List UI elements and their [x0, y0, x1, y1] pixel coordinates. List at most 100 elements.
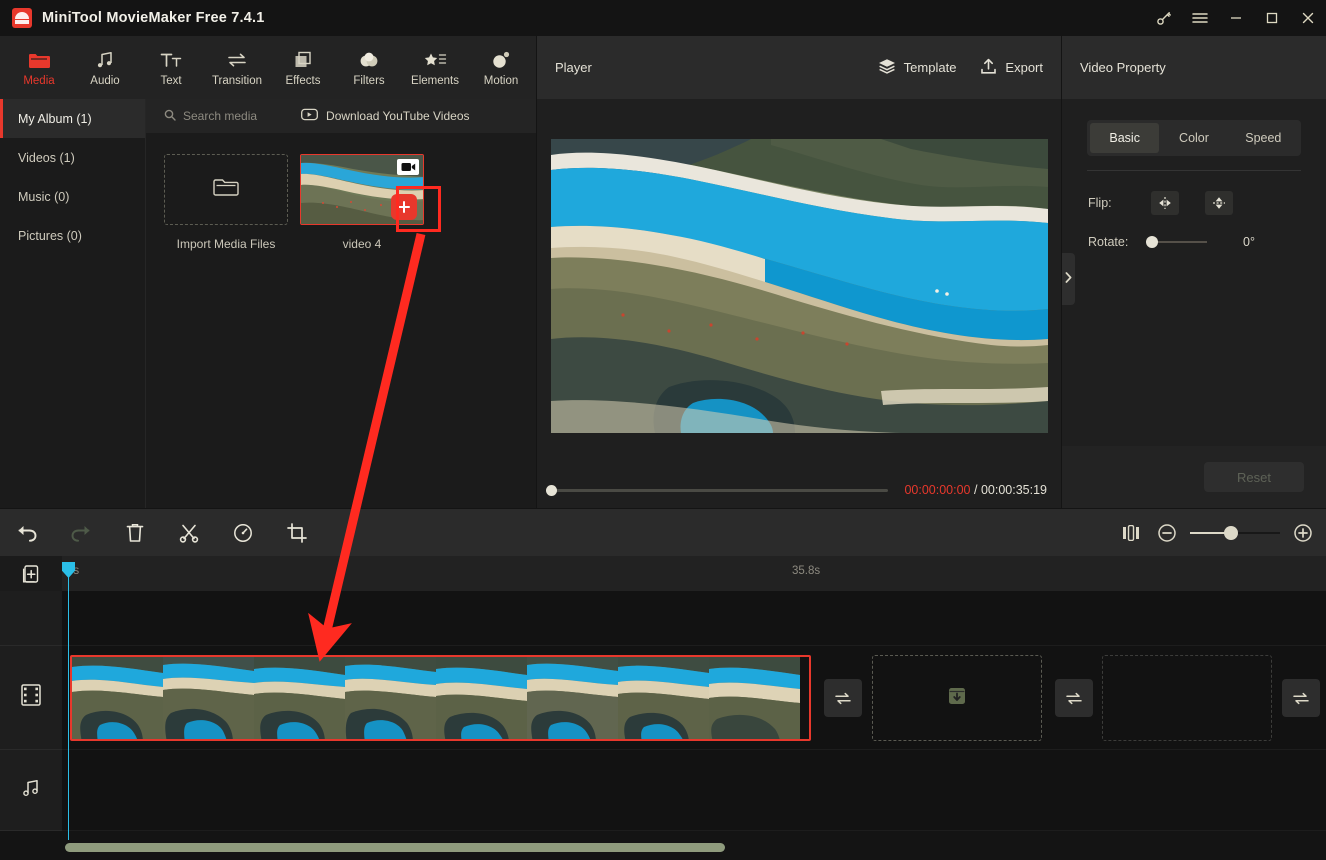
track-lane-video[interactable]	[62, 646, 1326, 750]
property-divider	[1087, 170, 1301, 171]
clip-thumbnail-frame	[709, 657, 800, 739]
search-placeholder: Search media	[183, 109, 257, 123]
rotate-slider[interactable]	[1151, 241, 1207, 243]
import-download-icon	[946, 685, 968, 712]
zoom-thumb[interactable]	[1224, 526, 1238, 540]
minus-circle-icon[interactable]	[1156, 509, 1178, 556]
clip-dropzone-1[interactable]	[872, 655, 1042, 741]
ribbon-item-audio[interactable]: Audio	[72, 36, 138, 99]
reset-button[interactable]: Reset	[1204, 462, 1304, 492]
flip-row: Flip:	[1062, 191, 1326, 215]
download-youtube-button[interactable]: Download YouTube Videos	[301, 108, 469, 124]
clip-thumbnail-frame	[527, 657, 618, 739]
media-thumbnail[interactable]	[300, 154, 424, 225]
property-title: Video Property	[1062, 36, 1326, 99]
tab-speed[interactable]: Speed	[1229, 123, 1298, 153]
layers-icon	[878, 58, 896, 77]
ribbon-label: Audio	[90, 75, 119, 87]
transition-arrows-icon	[226, 49, 248, 71]
flip-horizontal-icon[interactable]	[1151, 191, 1179, 215]
transition-slot-1[interactable]	[824, 679, 862, 717]
speed-button[interactable]	[216, 509, 270, 556]
seek-thumb[interactable]	[546, 485, 557, 496]
template-button[interactable]: Template	[878, 58, 957, 77]
video-property-panel: Video Property Basic Color Speed Flip: R…	[1062, 36, 1326, 508]
timeline-scrollbar-thumb[interactable]	[65, 843, 725, 852]
track-lane-top[interactable]	[62, 591, 1326, 646]
motion-ball-icon	[490, 49, 512, 71]
undo-button[interactable]	[0, 509, 54, 556]
tab-label: Basic	[1109, 131, 1140, 145]
menu-icon[interactable]	[1182, 0, 1218, 36]
ribbon-item-transition[interactable]: Transition	[204, 36, 270, 99]
close-icon[interactable]	[1290, 0, 1326, 36]
sidebar-item-videos[interactable]: Videos (1)	[0, 138, 145, 177]
timeline-playhead[interactable]	[68, 562, 69, 840]
ribbon-label: Text	[160, 75, 181, 87]
search-input[interactable]: Search media	[146, 109, 257, 124]
split-button[interactable]	[162, 509, 216, 556]
seek-bar[interactable]	[551, 489, 888, 492]
clip-thumbnail-frame	[72, 657, 163, 739]
ribbon-item-motion[interactable]: Motion	[468, 36, 534, 99]
sidebar-item-my-album[interactable]: My Album (1)	[0, 99, 145, 138]
flip-vertical-icon[interactable]	[1205, 191, 1233, 215]
zoom-to-fit-icon[interactable]	[1118, 509, 1144, 556]
delete-button[interactable]	[108, 509, 162, 556]
sidebar-item-music[interactable]: Music (0)	[0, 177, 145, 216]
app-logo-icon	[12, 8, 32, 28]
track-gutter-audio[interactable]	[0, 750, 62, 831]
rotate-value: 0°	[1243, 235, 1255, 249]
youtube-download-icon	[301, 108, 318, 124]
add-track-button[interactable]	[0, 556, 62, 591]
plus-circle-icon[interactable]	[1292, 509, 1314, 556]
import-media-cell: Import Media Files	[164, 154, 288, 251]
timeline-zoom-slider[interactable]	[1190, 532, 1280, 534]
tab-basic[interactable]: Basic	[1090, 123, 1159, 153]
ribbon-item-text[interactable]: Text	[138, 36, 204, 99]
player-seek-row: 00:00:00:00 / 00:00:35:19	[537, 476, 1061, 504]
maximize-icon[interactable]	[1254, 0, 1290, 36]
export-button[interactable]: Export	[980, 58, 1043, 78]
sidebar-item-pictures[interactable]: Pictures (0)	[0, 216, 145, 255]
transition-slot-2[interactable]	[1055, 679, 1093, 717]
add-to-timeline-button[interactable]	[391, 194, 417, 220]
clip-dropzone-2[interactable]	[1102, 655, 1272, 741]
current-time: 00:00:00:00	[904, 483, 970, 497]
player-panel: Player Template Export	[537, 36, 1061, 508]
import-media-button[interactable]	[164, 154, 288, 225]
timeline-ruler[interactable]: 0s 35.8s	[62, 556, 1326, 591]
ribbon-label: Effects	[286, 75, 321, 87]
ribbon-item-effects[interactable]: Effects	[270, 36, 336, 99]
track-gutter-video[interactable]	[0, 646, 62, 750]
tab-label: Speed	[1245, 131, 1281, 145]
redo-button[interactable]	[54, 509, 108, 556]
transition-slot-3[interactable]	[1282, 679, 1320, 717]
property-footer: Reset	[1062, 446, 1326, 508]
tab-color[interactable]: Color	[1159, 123, 1228, 153]
ribbon-item-media[interactable]: Media	[6, 36, 72, 99]
key-icon[interactable]	[1146, 0, 1182, 36]
timeline-scrollbar[interactable]	[0, 840, 1326, 854]
template-label: Template	[904, 60, 957, 75]
rotate-thumb[interactable]	[1146, 236, 1158, 248]
ribbon-label: Media	[23, 75, 54, 87]
timeline-clip-video-4[interactable]	[70, 655, 811, 741]
sidebar-item-label: Music (0)	[18, 190, 69, 204]
collapse-property-panel-handle[interactable]	[1062, 253, 1075, 305]
chevron-right-icon	[1065, 270, 1072, 288]
upload-icon	[980, 58, 997, 78]
ribbon-label: Motion	[484, 75, 519, 87]
music-note-icon	[95, 49, 115, 71]
minimize-icon[interactable]	[1218, 0, 1254, 36]
ribbon-item-elements[interactable]: Elements	[402, 36, 468, 99]
ribbon-item-filters[interactable]: Filters	[336, 36, 402, 99]
crop-button[interactable]	[270, 509, 324, 556]
library-panel: Search media Download YouTube Videos Imp…	[146, 99, 536, 508]
app-title: MiniTool MovieMaker Free 7.4.1	[42, 10, 265, 26]
sidebar-item-label: My Album (1)	[18, 112, 92, 126]
ribbon-label: Transition	[212, 75, 262, 87]
video-preview[interactable]	[551, 139, 1048, 433]
track-lane-audio[interactable]	[62, 750, 1326, 831]
export-label: Export	[1005, 60, 1043, 75]
